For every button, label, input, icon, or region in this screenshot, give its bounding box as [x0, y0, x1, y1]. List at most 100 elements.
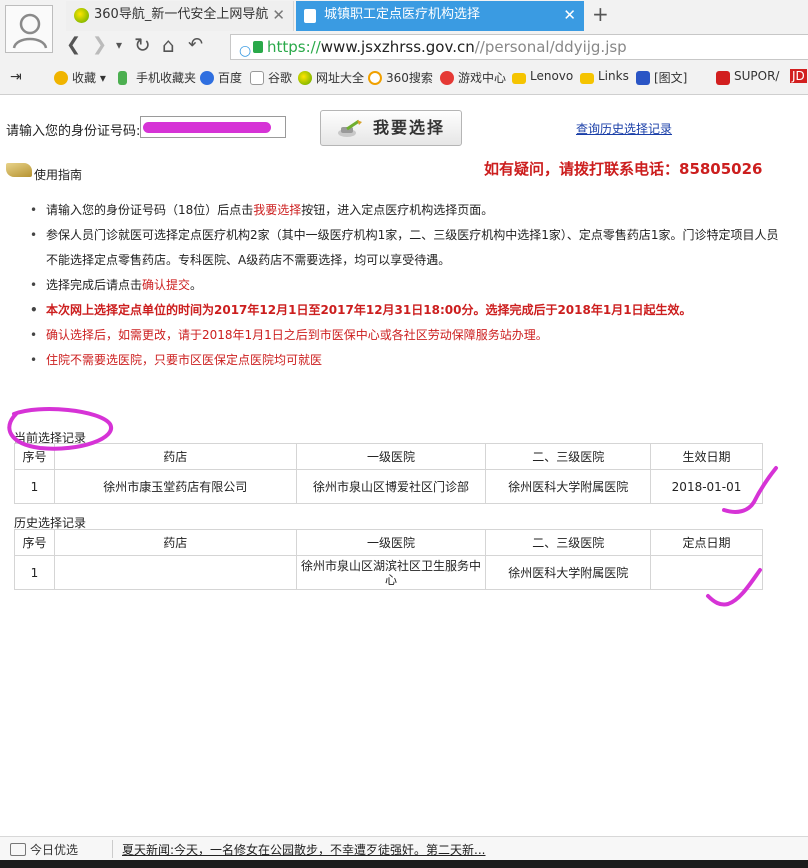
table-cell: 1	[14, 469, 55, 504]
redaction-mark	[143, 122, 271, 133]
tab-360-nav[interactable]: 360导航_新一代安全上网导航 ✕	[66, 1, 294, 31]
bookmark-supor[interactable]: SUPOR/	[716, 69, 779, 85]
column-header: 二、三级医院	[485, 443, 652, 470]
news-ticker-link[interactable]: 夏天新闻:今天，一名修女在公园散步，不幸遭歹徒强奸。第二天新...	[122, 841, 486, 858]
tab-hospital-select[interactable]: 城镇职工定点医疗机构选择 ✕	[296, 1, 584, 31]
history-dropdown-button[interactable]: ▾	[116, 33, 122, 57]
refresh-button[interactable]: ↻	[134, 33, 151, 57]
forward-button[interactable]: ❯	[92, 33, 107, 57]
guide-note-text: 。	[190, 278, 203, 292]
column-header: 一级医院	[295, 529, 487, 556]
security-icon: ○	[239, 43, 252, 59]
current-records-table: 序号 药店 一级医院 二、三级医院 生效日期 1 徐州市康玉堂药店有限公司 徐州市泉山区博爱社…	[14, 443, 763, 504]
column-header: 药店	[53, 529, 297, 556]
bookmark-url-directory[interactable]: 网址大全	[298, 69, 364, 86]
table-cell: 徐州市泉山区湖滨社区卫生服务中心	[295, 555, 487, 590]
360-logo-icon	[298, 71, 312, 85]
guide-note: 参保人员门诊就医可选择定点医疗机构2家（其中一级医疗机构1家，二、三级医疗机构中…	[30, 223, 790, 273]
column-header: 序号	[14, 443, 55, 470]
browser-chrome: 360导航_新一代安全上网导航 ✕ 城镇职工定点医疗机构选择 ✕ + ❮ ❯ ▾…	[0, 0, 808, 95]
guide-note-text: 我要选择	[253, 203, 302, 217]
select-button-label: 我要选择	[373, 118, 446, 137]
url-scheme: https://	[267, 38, 321, 56]
guide-note: 确认选择后，如需更改，请于2018年1月1日之后到市医保中心或各社区劳动保障服务…	[30, 323, 790, 348]
table-header-row: 序号 药店 一级医院 二、三级医院 定点日期	[14, 529, 763, 556]
bookmark-360-search[interactable]: 360搜索	[368, 69, 433, 86]
page-icon	[250, 71, 264, 85]
bookmark-games[interactable]: 游戏中心	[440, 69, 506, 86]
table-cell: 2018-01-01	[650, 469, 763, 504]
guide-note: 住院不需要选医院，只要市区医保定点医院均可就医	[30, 348, 790, 373]
bookmark-favorites[interactable]: 收藏 ▾	[54, 69, 106, 86]
new-tab-button[interactable]: +	[592, 2, 609, 26]
taskbar-strip	[0, 860, 808, 868]
guide-title: 使用指南	[34, 168, 83, 182]
tab-label: 城镇职工定点医疗机构选择	[324, 7, 481, 22]
bookmark-google[interactable]: 谷歌	[250, 69, 292, 86]
bookmark-jd[interactable]: JD	[790, 69, 807, 83]
guide-note: 选择完成后请点击确认提交。	[30, 273, 790, 298]
guide-note: 本次网上选择定点单位的时间为2017年12月1日至2017年12月31日18:0…	[30, 298, 790, 323]
table-cell: 1	[14, 555, 55, 590]
today-pick-button[interactable]: 今日优选	[10, 841, 78, 858]
guide-note-text: 本次网上选择定点单位的时间为2017年12月1日至2017年12月31日18:0…	[46, 303, 692, 317]
close-tab-icon[interactable]: ✕	[272, 1, 285, 29]
tool-icon	[338, 119, 362, 137]
close-tab-icon[interactable]: ✕	[563, 1, 576, 29]
table-row: 1 徐州市泉山区湖滨社区卫生服务中心 徐州医科大学附属医院	[14, 555, 763, 590]
id-number-input[interactable]	[140, 116, 286, 138]
bookmark-image-text[interactable]: [图文]	[636, 69, 687, 86]
hotline-notice: 如有疑问，请拨打联系电话：85805026	[484, 160, 763, 178]
bookmark-lenovo[interactable]: Lenovo	[512, 69, 573, 84]
table-cell: 徐州医科大学附属医院	[485, 555, 652, 590]
guide-note-text: 确认提交	[142, 278, 191, 292]
status-bar: 今日优选 夏天新闻:今天，一名修女在公园散步，不幸遭歹徒强奸。第二天新...	[0, 836, 808, 860]
column-header: 二、三级医院	[485, 529, 652, 556]
folder-icon	[580, 73, 594, 84]
bookmark-links[interactable]: Links	[580, 69, 629, 84]
table-cell	[53, 555, 297, 590]
history-records-table: 序号 药店 一级医院 二、三级医院 定点日期 1 徐州市泉山区湖滨社区卫生服务中心 徐州医科大…	[14, 529, 763, 590]
table-cell: 徐州市泉山区博爱社区门诊部	[295, 469, 487, 504]
folder-icon	[512, 73, 526, 84]
nav-bar: ❮ ❯ ▾ ↻ ⌂ ↶ ○ https://www.jsxzhrss.gov.c…	[60, 31, 808, 61]
supor-logo-icon	[716, 71, 730, 85]
guide-note-text: 参保人员门诊就医可选择定点医疗机构2家（其中一级医疗机构1家，二、三级医疗机构中…	[46, 228, 779, 267]
page-icon	[304, 9, 316, 23]
home-button[interactable]: ⌂	[162, 33, 175, 57]
divider	[112, 840, 113, 858]
360-logo-icon	[74, 8, 89, 23]
table-cell	[650, 555, 763, 590]
select-button[interactable]: 我要选择	[320, 110, 462, 146]
page-content: 请输入您的身份证号码: 我要选择 查询历史选择记录 使用指南 如有疑问，请拨打联…	[0, 96, 808, 836]
address-bar[interactable]: ○ https://www.jsxzhrss.gov.cn//personal/…	[230, 34, 808, 60]
undo-close-button[interactable]: ↶	[188, 33, 203, 57]
guide-notes: 请输入您的身份证号码（18位）后点击我要选择按钮，进入定点医疗机构选择页面。参保…	[30, 198, 790, 373]
url-host: www.jsxzhrss.gov.cn	[320, 38, 475, 56]
column-header: 生效日期	[650, 443, 763, 470]
column-header: 一级医院	[295, 443, 487, 470]
tab-label: 360导航_新一代安全上网导航	[94, 7, 269, 22]
column-header: 定点日期	[650, 529, 763, 556]
phone-icon	[118, 71, 127, 85]
bookmark-mobile[interactable]: 手机收藏夹	[118, 69, 196, 86]
user-avatar[interactable]	[5, 5, 53, 53]
guide-note-text: 住院不需要选医院，只要市区医保定点医院均可就医	[46, 353, 323, 367]
guide-note: 请输入您的身份证号码（18位）后点击我要选择按钮，进入定点医疗机构选择页面。	[30, 198, 790, 223]
history-query-link[interactable]: 查询历史选择记录	[576, 120, 672, 137]
back-button[interactable]: ❮	[66, 33, 81, 57]
bookmark-baidu[interactable]: 百度	[200, 69, 242, 86]
search-icon	[368, 71, 382, 85]
url-path: //personal/ddyijg.jsp	[474, 38, 627, 56]
guide-note-text: 选择完成后请点击	[46, 278, 143, 292]
sidebar-toggle-icon[interactable]: ⇥	[10, 69, 22, 85]
column-header: 序号	[14, 529, 55, 556]
bookmarks-bar: ⇥ 收藏 ▾ 手机收藏夹 百度 谷歌 网址大全 360搜索 游戏中心 Lenov…	[0, 63, 808, 93]
paw-icon	[636, 71, 650, 85]
user-icon	[12, 13, 48, 49]
game-icon	[440, 71, 454, 85]
baidu-icon	[200, 71, 214, 85]
star-icon	[54, 71, 68, 85]
guide-note-text: 按钮，进入定点医疗机构选择页面。	[301, 203, 494, 217]
tab-bar: 360导航_新一代安全上网导航 ✕ 城镇职工定点医疗机构选择 ✕ +	[60, 0, 808, 31]
